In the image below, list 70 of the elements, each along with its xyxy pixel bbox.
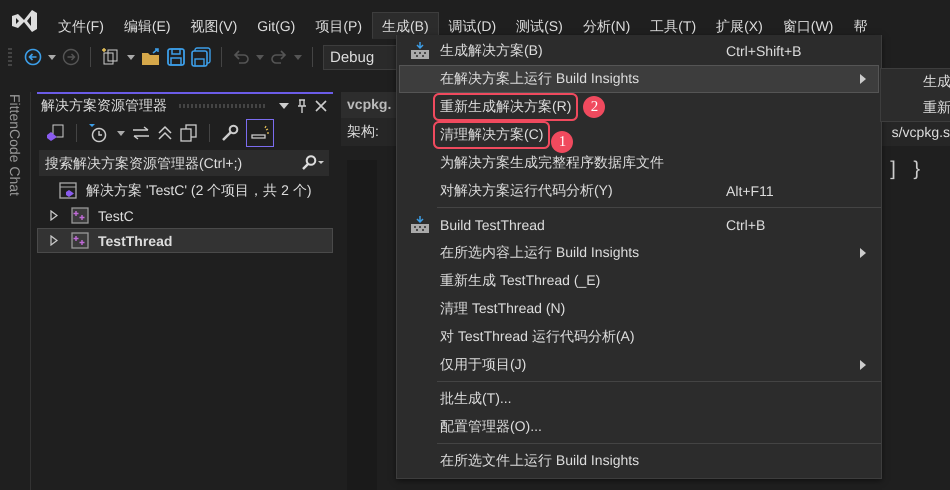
folder-icon[interactable]: [141, 48, 161, 66]
menu-entry[interactable]: 在解决方案上运行 Build Insights: [399, 65, 879, 93]
save-all-icon[interactable]: [191, 47, 211, 67]
side-tab[interactable]: FittenCode Chat: [7, 92, 23, 218]
sync-icon[interactable]: [132, 126, 150, 140]
expand-icon[interactable]: [50, 235, 58, 246]
menu-item[interactable]: 扩展(X): [706, 12, 773, 38]
caret-icon[interactable]: [117, 130, 125, 136]
tree-row[interactable]: TestC: [37, 203, 333, 228]
build-icon: [410, 42, 430, 60]
preview-toggle-icon[interactable]: [246, 119, 274, 147]
tree-row[interactable]: 解决方案 'TestC' (2 个项目，共 2 个): [37, 178, 333, 203]
menu-item[interactable]: 帮: [843, 12, 878, 38]
menu-item[interactable]: 工具(T): [640, 12, 706, 38]
menu-entry[interactable]: 在所选文件上运行 Build Insights: [399, 447, 879, 475]
expand-icon[interactable]: [50, 210, 58, 221]
menu-entry[interactable]: 生成解决方案(B) Ctrl+Shift+B: [399, 37, 879, 65]
tree-label: TestThread: [98, 232, 172, 248]
pin-icon[interactable]: [297, 99, 307, 113]
tree-label: 解决方案 'TestC' (2 个项目，共 2 个): [86, 182, 312, 200]
submenu-arrow-icon: [860, 74, 866, 84]
search-field[interactable]: 搜索解决方案资源管理器(Ctrl+;): [39, 150, 329, 176]
menu-item[interactable]: Git(G): [247, 12, 306, 38]
menu-entry[interactable]: 配置管理器(O)...: [399, 413, 879, 441]
menu-entry[interactable]: 对 TestThread 运行代码分析(A): [399, 323, 879, 351]
configuration-dropdown[interactable]: Debug: [323, 44, 397, 70]
submenu-arrow-icon: [860, 360, 866, 370]
build-icon: [410, 216, 430, 234]
menu-item[interactable]: 编辑(E): [114, 12, 181, 38]
submenu-arrow-icon: [860, 248, 866, 258]
menu-item[interactable]: 文件(F): [48, 12, 114, 38]
menu-entry[interactable]: 重新生成解决方案(R) 2: [399, 93, 879, 121]
menu-item[interactable]: 调试(D): [438, 12, 506, 38]
menu-item[interactable]: 测试(S): [506, 12, 573, 38]
back-icon[interactable]: [24, 48, 42, 66]
copy-icon[interactable]: [180, 124, 198, 142]
menu-entry[interactable]: Build TestThread Ctrl+B: [399, 211, 879, 239]
tree-row[interactable]: TestThread: [37, 228, 333, 253]
annotation-badge: 2: [583, 96, 606, 118]
menu-item[interactable]: 视图(V): [180, 12, 248, 38]
panel-title: 解决方案资源管理器: [41, 97, 167, 115]
menu-item[interactable]: 窗口(W): [772, 12, 844, 38]
menu-entry[interactable]: 仅用于项目(J): [399, 351, 879, 379]
solution-icon: [58, 182, 78, 200]
menu-item[interactable]: 分析(N): [572, 12, 640, 38]
tree-label: TestC: [98, 208, 134, 224]
menu-item[interactable]: 生成(B): [372, 12, 439, 38]
search-icon[interactable]: [301, 155, 325, 171]
collapse-icon[interactable]: [157, 125, 173, 141]
editor-tab[interactable]: vcpkg.: [341, 92, 397, 118]
menu-entry[interactable]: 对解决方案运行代码分析(Y) Alt+F11: [399, 177, 879, 205]
code-text: ] }: [890, 160, 926, 178]
save-icon[interactable]: [167, 48, 185, 66]
menu-entry[interactable]: 批生成(T)...: [399, 385, 879, 413]
menu-entry[interactable]: 在所选内容上运行 Build Insights: [399, 239, 879, 267]
wrench-icon[interactable]: [221, 124, 239, 142]
project-icon: [70, 232, 90, 250]
menu-entry[interactable]: 重新生成 TestThread (_E): [399, 267, 879, 295]
arch-label: 架构:: [347, 123, 379, 141]
solution-icon[interactable]: [45, 123, 65, 143]
path-text: s/vcpkg.s: [892, 124, 950, 140]
caret-icon[interactable]: [48, 54, 56, 60]
logo-icon: [10, 8, 38, 34]
close-icon[interactable]: [315, 100, 327, 112]
project-icon: [70, 206, 90, 224]
caret-icon[interactable]: [279, 103, 289, 109]
annotation-badge: 1: [551, 131, 574, 153]
caret-icon[interactable]: [127, 54, 135, 60]
menu-entry[interactable]: 清理 TestThread (N): [399, 295, 879, 323]
menu-item[interactable]: 项目(P): [305, 12, 372, 38]
